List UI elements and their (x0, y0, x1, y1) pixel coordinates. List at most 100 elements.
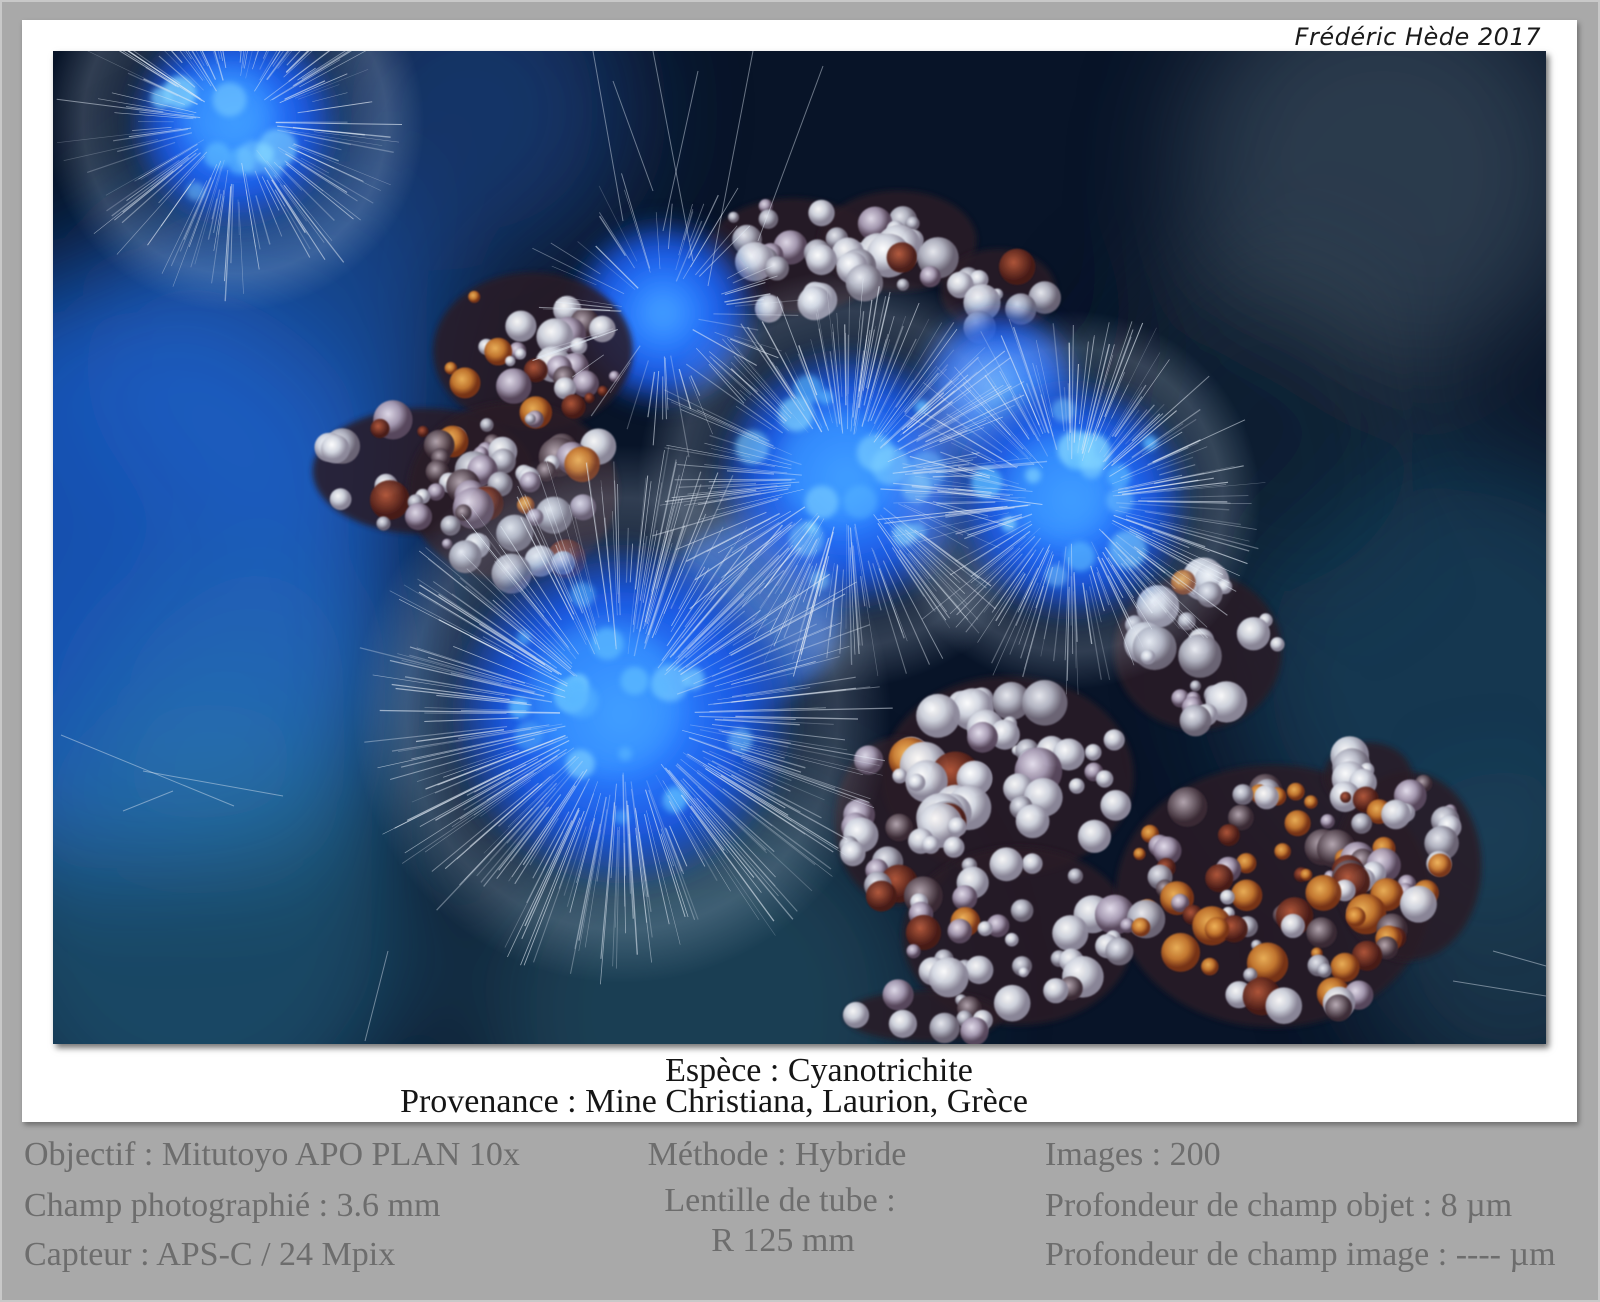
crystal-grain (1067, 868, 1083, 884)
crystal-grain (1043, 978, 1069, 1004)
crystal-grain (376, 516, 391, 531)
mineral-photo (53, 51, 1546, 1044)
crystal-grain (320, 434, 350, 464)
detail-sensor: Capteur : APS-C / 24 Mpix (24, 1236, 396, 1273)
detail-images: Images : 200 (1045, 1136, 1221, 1173)
crystal-grain (1284, 810, 1311, 837)
crystal-grain (892, 768, 908, 784)
crystal-grain (977, 921, 993, 937)
crystal-grain (965, 955, 994, 985)
crystal-grain (514, 348, 526, 360)
provenance-caption: Provenance : Mine Christiana, Laurion, G… (400, 1083, 1028, 1120)
crystal-highlight (778, 396, 814, 432)
crystal-grain (865, 880, 897, 912)
detail-dof-object: Profondeur de champ objet : 8 µm (1045, 1187, 1513, 1224)
crystal-grain (1220, 889, 1235, 905)
crystal-grain (842, 1001, 870, 1029)
crystal-grain (1381, 799, 1411, 830)
crystal-grain (1190, 680, 1201, 692)
crystal-grain (1103, 729, 1125, 751)
crystal-grain (1274, 843, 1291, 860)
crystal-grain (1010, 899, 1034, 922)
crystal-grain (999, 248, 1036, 285)
crystal-grain (967, 721, 998, 753)
crystal-grain (468, 290, 481, 303)
crystal-highlight (650, 677, 670, 697)
detail-field: Champ photographié : 3.6 mm (24, 1187, 441, 1224)
photographer-signature: Frédéric Hède 2017 (1294, 23, 1541, 51)
crystal-grain (505, 355, 516, 367)
crystal-highlight (212, 82, 247, 117)
crystal-grain (1320, 814, 1335, 829)
crystal-grain (1399, 885, 1437, 923)
crystal-grain (1161, 932, 1201, 972)
crystal-grain (808, 199, 835, 227)
crystal-highlight (563, 683, 599, 718)
crystal-grain (929, 1012, 960, 1044)
crystal-grain (417, 425, 429, 438)
crystal-grain (882, 979, 914, 1011)
crystal-highlight (204, 142, 231, 169)
crystal-grain (993, 984, 1031, 1022)
crystal-grain (449, 367, 481, 399)
crystal-grain (1201, 957, 1219, 976)
crystal-grain (1286, 782, 1305, 801)
crystal-grain (943, 836, 965, 858)
crystal-grain (1232, 784, 1254, 806)
crystal-grain (1005, 932, 1019, 947)
crystal-grain (952, 885, 978, 911)
crystal-grain (1345, 906, 1366, 927)
detail-tube-lens-label: Lentille de tube : (664, 1182, 896, 1219)
crystal-grain (1230, 879, 1263, 912)
crystal-grain (728, 211, 739, 223)
crystal-grain (1325, 994, 1353, 1022)
detail-dof-image: Profondeur de champ image : ---- µm (1045, 1236, 1556, 1273)
crystal-grain (480, 418, 494, 432)
crystal-grain (1217, 824, 1240, 847)
crystal-grain (886, 242, 918, 273)
crystal-grain (907, 773, 926, 792)
crystal-grain (1306, 917, 1337, 948)
crystal-grain (1205, 864, 1234, 893)
crystal-grain (1084, 744, 1102, 761)
crystal-grain (1015, 804, 1050, 839)
crystal-grain (404, 503, 433, 531)
crystal-grain (370, 418, 390, 439)
crystal-grain (928, 957, 969, 998)
crystal-grain (496, 368, 532, 404)
photo-frame: Frédéric Hède 2017 Espèce: Cyanotrichit… (22, 20, 1577, 1122)
crystal-grain (1077, 819, 1112, 853)
crystal-grain (524, 413, 536, 425)
crystal-grain (888, 1009, 918, 1038)
crystal-grain (505, 310, 537, 342)
mineral-photo-canvas (53, 51, 1546, 1044)
crystal-highlight (1025, 467, 1041, 484)
crystal-grain (1179, 704, 1212, 737)
crystal-grain (1022, 853, 1043, 874)
crystal-grain (1351, 813, 1372, 834)
crystal-grain (329, 488, 352, 511)
crystal-grain (921, 835, 940, 854)
crystal-grain (1340, 791, 1352, 803)
crystal-grain (561, 394, 586, 419)
crystal-grain (1236, 617, 1271, 651)
crystal-highlight (805, 485, 839, 519)
crystal-grain (1105, 937, 1134, 966)
crystal-grain (369, 480, 410, 520)
crystal-grain (1068, 778, 1085, 794)
crystal-grain (1131, 917, 1151, 937)
crystal-grain (947, 918, 973, 944)
crystal-highlight (843, 485, 878, 519)
detail-method: Méthode : Hybride (647, 1136, 907, 1173)
crystal-highlight (508, 697, 530, 718)
crystal-grain (1428, 853, 1452, 878)
crystal-grain (1280, 913, 1305, 939)
crystal-grain (1100, 790, 1132, 821)
crystal-grain (916, 693, 960, 738)
crystal-grain (947, 817, 967, 837)
crystal-highlight (618, 747, 632, 761)
crystal-highlight (620, 666, 649, 695)
crystal-highlight (1079, 454, 1104, 479)
detail-tube-lens-value: R 125 mm (711, 1222, 855, 1259)
crystal-grain (1018, 967, 1029, 978)
